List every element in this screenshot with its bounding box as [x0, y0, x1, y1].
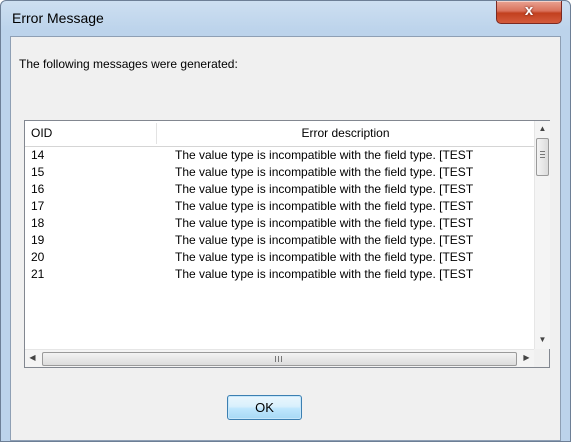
cell-oid: 18: [31, 216, 45, 230]
cell-oid: 15: [31, 165, 45, 179]
cell-error-description: The value type is incompatible with the …: [175, 250, 474, 264]
table-row[interactable]: 18 The value type is incompatible with t…: [25, 215, 534, 232]
table-row[interactable]: 16 The value type is incompatible with t…: [25, 181, 534, 198]
vertical-scrollbar[interactable]: ▲ ▼: [534, 121, 550, 349]
scroll-left-arrow-icon[interactable]: ◀: [25, 353, 40, 362]
close-button[interactable]: x: [496, 1, 562, 24]
column-header-oid[interactable]: OID: [31, 121, 52, 146]
table-row[interactable]: 19 The value type is incompatible with t…: [25, 232, 534, 249]
window-title: Error Message: [12, 10, 104, 26]
cell-oid: 19: [31, 233, 45, 247]
vertical-scroll-thumb[interactable]: [536, 138, 549, 176]
list-rows: 14 The value type is incompatible with t…: [25, 147, 534, 349]
cell-error-description: The value type is incompatible with the …: [175, 182, 474, 196]
messages-list[interactable]: OID Error description 14 The value type …: [24, 120, 550, 368]
table-row[interactable]: 15 The value type is incompatible with t…: [25, 164, 534, 181]
scroll-down-arrow-icon[interactable]: ▼: [535, 335, 550, 344]
list-header: OID Error description: [25, 121, 534, 147]
cell-error-description: The value type is incompatible with the …: [175, 165, 474, 179]
cell-oid: 14: [31, 148, 45, 162]
dialog-body: The following messages were generated: O…: [10, 36, 561, 441]
grip-icon: [275, 356, 283, 362]
cell-oid: 17: [31, 199, 45, 213]
horizontal-scrollbar[interactable]: ◀ ▶: [25, 349, 534, 367]
grip-icon: [540, 151, 545, 159]
horizontal-scroll-thumb[interactable]: [42, 352, 517, 366]
table-row[interactable]: 14 The value type is incompatible with t…: [25, 147, 534, 164]
table-row[interactable]: 20 The value type is incompatible with t…: [25, 249, 534, 266]
cell-oid: 20: [31, 250, 45, 264]
table-row[interactable]: 21 The value type is incompatible with t…: [25, 266, 534, 283]
cell-oid: 16: [31, 182, 45, 196]
close-icon: x: [524, 2, 534, 19]
table-row[interactable]: 17 The value type is incompatible with t…: [25, 198, 534, 215]
cell-error-description: The value type is incompatible with the …: [175, 267, 474, 281]
column-header-error-description[interactable]: Error description: [157, 121, 534, 146]
cell-error-description: The value type is incompatible with the …: [175, 233, 474, 247]
intro-text: The following messages were generated:: [19, 57, 238, 71]
scroll-right-arrow-icon[interactable]: ▶: [519, 353, 534, 362]
cell-oid: 21: [31, 267, 45, 281]
error-message-dialog: Error Message x The following messages w…: [0, 0, 571, 442]
cell-error-description: The value type is incompatible with the …: [175, 199, 474, 213]
scroll-up-arrow-icon[interactable]: ▲: [535, 124, 550, 133]
ok-button[interactable]: OK: [227, 395, 302, 420]
cell-error-description: The value type is incompatible with the …: [175, 148, 474, 162]
scrollbar-corner: [534, 349, 549, 367]
cell-error-description: The value type is incompatible with the …: [175, 216, 474, 230]
title-bar[interactable]: Error Message x: [1, 1, 570, 35]
